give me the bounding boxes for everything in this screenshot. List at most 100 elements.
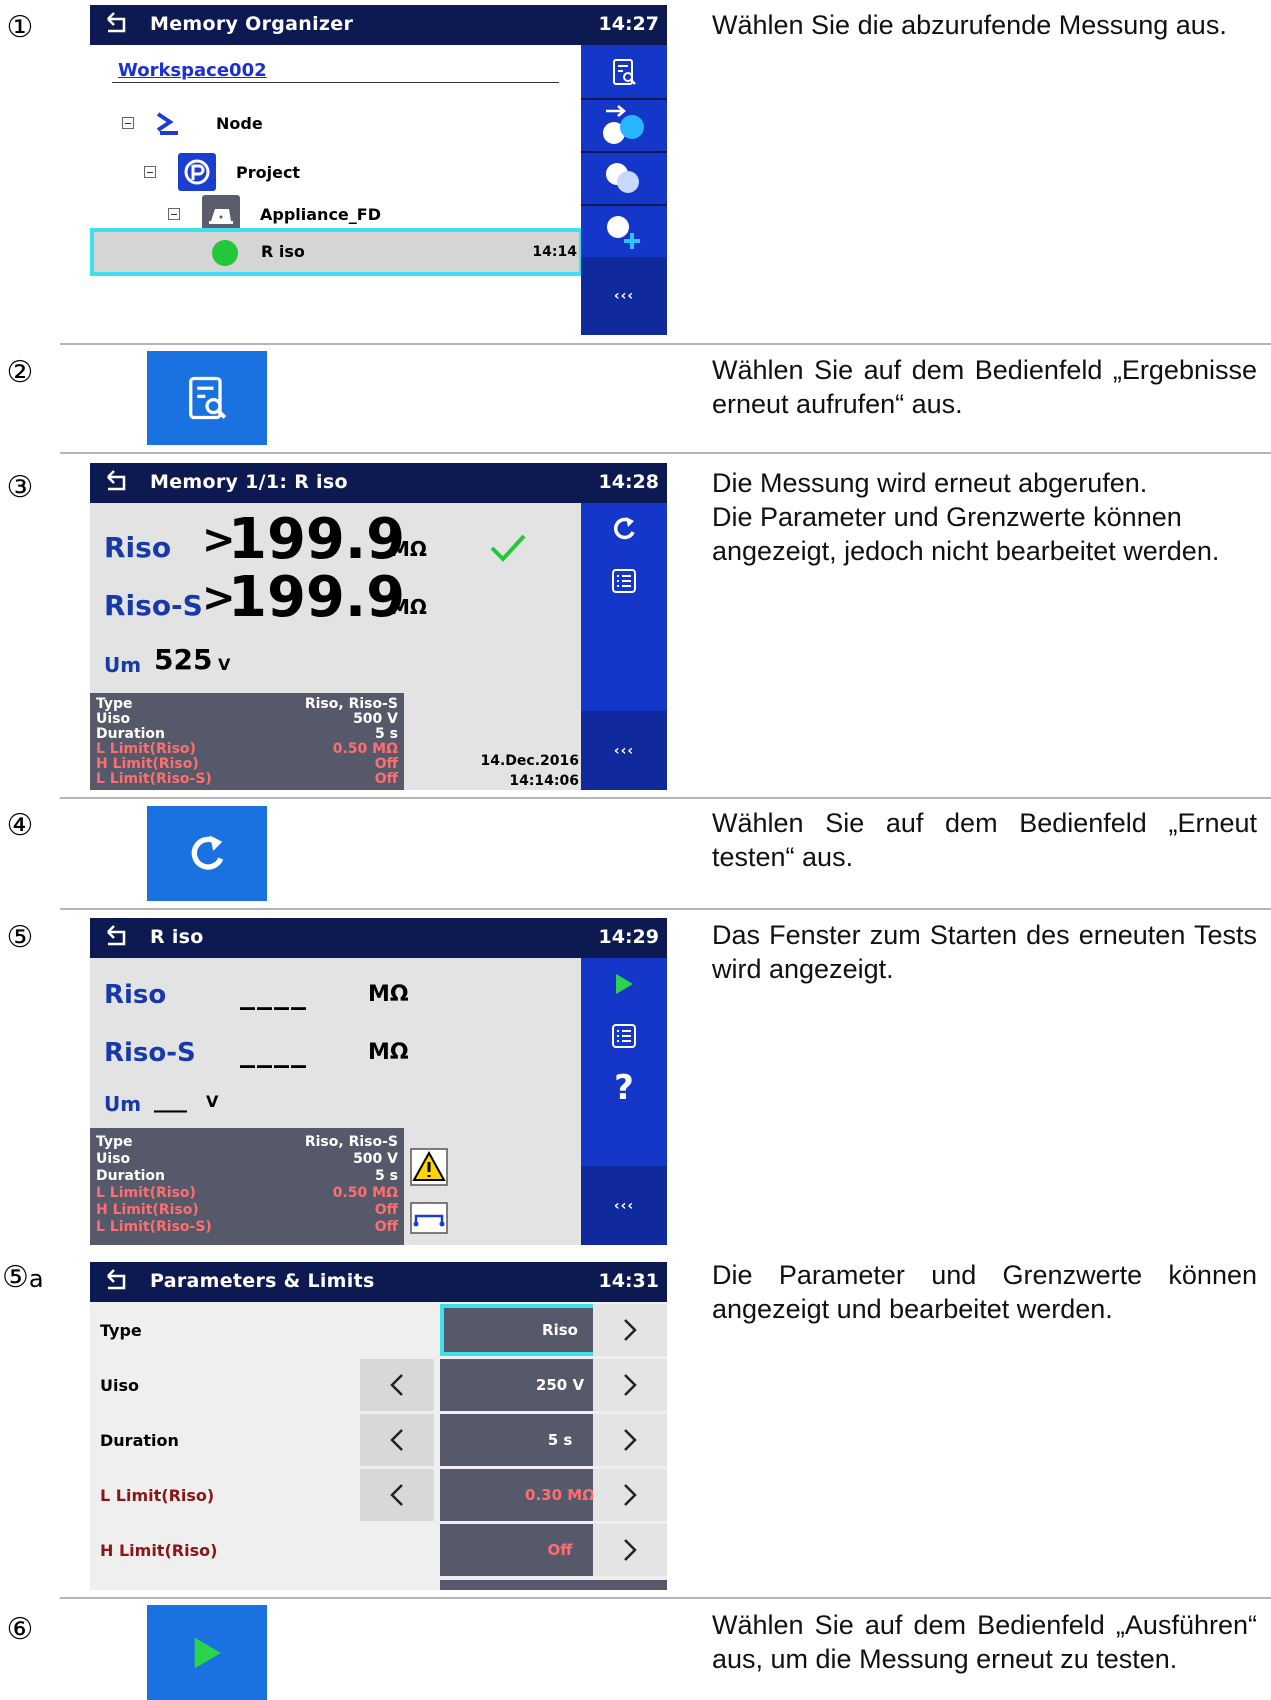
back-icon[interactable] [104, 1266, 130, 1292]
collapse-icon[interactable] [144, 166, 156, 178]
step-divider [60, 343, 1271, 345]
prev-value-button[interactable] [360, 1469, 434, 1521]
param-row: Type Riso, Riso-S [96, 1134, 398, 1150]
clock: 14:29 [598, 926, 659, 948]
recall-results-icon [613, 58, 636, 85]
titlebar: Parameters & Limits 14:31 [90, 1262, 667, 1302]
recall-results-icon [189, 376, 227, 420]
warning-icon [410, 1148, 448, 1186]
param-label: Uiso [100, 1376, 139, 1395]
workspace-name[interactable]: Workspace002 [118, 60, 267, 81]
retest-start-screen: R iso 14:29 Riso ____ MΩ Riso-S ____ MΩ … [90, 918, 667, 1245]
risos-unit: MΩ [368, 1040, 409, 1065]
play-icon [194, 1637, 221, 1668]
retest-icon [614, 517, 635, 540]
chevron-right-icon [624, 1484, 637, 1506]
parameters-button[interactable] [581, 555, 667, 607]
tree-item-project[interactable]: Project [144, 153, 300, 191]
more-options-button[interactable]: ‹‹‹ [581, 711, 667, 790]
list-icon [612, 1024, 636, 1048]
titlebar: Memory Organizer 14:27 [90, 5, 667, 45]
step-divider [60, 797, 1271, 799]
parameters-button[interactable] [581, 1010, 667, 1062]
step-number: ① [6, 10, 34, 45]
chevron-right-icon [624, 1539, 637, 1561]
step-number: ② [6, 355, 34, 390]
result-time: 14:14 [532, 244, 577, 260]
clone-object-icon [606, 163, 639, 193]
more-options-button[interactable]: ‹‹‹ [581, 1166, 667, 1245]
add-object-icon [607, 216, 640, 249]
add-object-button[interactable] [581, 206, 667, 256]
risos-value: 199.9 [228, 565, 406, 630]
tree-item-label: Node [216, 113, 263, 133]
next-value-button[interactable] [593, 1359, 667, 1411]
param-row-type: Type Riso [90, 1304, 667, 1359]
collapse-icon[interactable] [122, 117, 134, 129]
run-button[interactable] [581, 958, 667, 1010]
um-unit: V [206, 1092, 219, 1111]
step-description: Wählen Sie auf dem Bedienfeld „Ergebniss… [712, 355, 1257, 419]
side-panel: ‹‹‹ [581, 503, 667, 790]
riso-unit: MΩ [390, 537, 427, 561]
um-label: Um [104, 1092, 142, 1116]
help-button[interactable]: ? [581, 1062, 667, 1114]
recall-results-button[interactable] [581, 45, 667, 98]
param-row: H Limit(Riso) Off [96, 1202, 398, 1218]
retest-button[interactable] [147, 806, 267, 901]
run-button[interactable] [147, 1605, 267, 1700]
param-label: L Limit(Riso) [100, 1486, 215, 1505]
chevron-right-icon [624, 1374, 637, 1396]
tree-item-node[interactable]: Node [122, 110, 263, 136]
step-description: Die Parameter und Grenzwerte können ange… [712, 1260, 1257, 1324]
parameters-limits-screen: Parameters & Limits 14:31 Type Riso Uiso… [90, 1262, 667, 1590]
prev-value-button[interactable] [360, 1359, 434, 1411]
screen-title: Memory Organizer [150, 13, 354, 35]
recall-results-button[interactable] [147, 351, 267, 445]
param-row-l-limit: L Limit(Riso) 0.30 MΩ [90, 1469, 667, 1524]
riso-value: 199.9 [228, 507, 406, 572]
tree-item-label: Appliance_FD [260, 204, 381, 224]
chevron-left-icon [390, 1484, 403, 1506]
param-row: L Limit(Riso) 0.50 MΩ [96, 741, 398, 757]
param-row-h-limit: H Limit(Riso) Off [90, 1524, 667, 1579]
step-divider [60, 908, 1271, 910]
um-value: ___ [154, 1088, 187, 1113]
step-description: Wählen Sie die abzurufende Messung aus. [712, 10, 1227, 40]
chevron-right-icon [624, 1319, 637, 1341]
clone-button[interactable] [581, 153, 667, 203]
more-options-button[interactable]: ‹‹‹ [581, 257, 667, 335]
um-unit: V [218, 655, 231, 674]
next-value-button[interactable] [593, 1304, 667, 1356]
next-value-button[interactable] [593, 1469, 667, 1521]
selected-result-row[interactable]: R iso 14:14 [90, 228, 583, 276]
add-to-memory-button[interactable] [581, 100, 667, 150]
back-icon[interactable] [104, 922, 130, 948]
prev-value-button[interactable] [360, 1414, 434, 1466]
retest-button[interactable] [581, 503, 667, 555]
next-row-preview [440, 1580, 667, 1590]
memory-organizer-screen: Memory Organizer 14:27 Workspace002 Node… [90, 5, 667, 335]
back-icon[interactable] [104, 467, 130, 493]
next-value-button[interactable] [593, 1414, 667, 1466]
chevron-left-icon [390, 1429, 403, 1451]
param-row: H Limit(Riso) Off [96, 756, 398, 772]
param-row: Uiso 500 V [96, 1151, 398, 1167]
collapse-icon[interactable] [168, 208, 180, 220]
param-row: L Limit(Riso) 0.50 MΩ [96, 1185, 398, 1201]
param-row: Duration 5 s [96, 726, 398, 742]
help-icon: ? [614, 1068, 634, 1108]
titlebar: R iso 14:29 [90, 918, 667, 958]
side-panel: ? ‹‹‹ [581, 958, 667, 1245]
risos-unit: MΩ [390, 595, 427, 619]
step-divider [60, 1597, 1271, 1599]
step-description: Die Messung wird erneut abgerufen. Die P… [712, 468, 1220, 566]
more-arrows: ‹‹‹ [613, 1198, 635, 1214]
back-icon[interactable] [104, 9, 130, 35]
next-value-button[interactable] [593, 1524, 667, 1576]
titlebar: Memory 1/1: R iso 14:28 [90, 463, 667, 503]
step-number: ③ [6, 470, 34, 505]
result-area: Riso ____ MΩ Riso-S ____ MΩ Um ___ V Typ… [90, 958, 581, 1245]
param-row: Duration 5 s [96, 1168, 398, 1184]
param-row-duration: Duration 5 s [90, 1414, 667, 1469]
